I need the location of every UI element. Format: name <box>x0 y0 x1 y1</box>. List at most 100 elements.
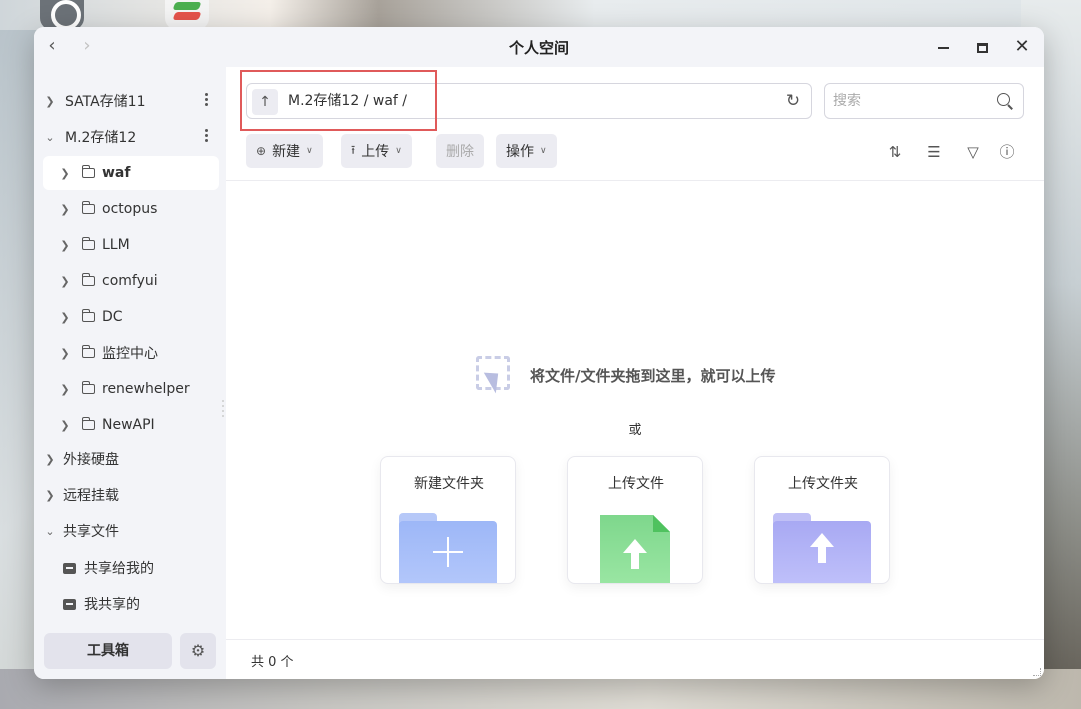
chevron-right-icon[interactable]: ❯ <box>43 95 57 108</box>
sort-icon[interactable]: ⇅ <box>886 143 904 161</box>
chevron-down-icon[interactable]: ⌄ <box>43 131 57 144</box>
delete-button[interactable]: 删除 <box>436 134 484 168</box>
chevron-right-icon[interactable]: ❯ <box>58 203 72 216</box>
sidebar-item-label: NewAPI <box>102 417 155 433</box>
upload-file-icon <box>600 515 670 583</box>
sidebar-item-label: M.2存储12 <box>65 130 137 146</box>
info-icon[interactable]: ⓘ <box>998 143 1016 161</box>
chevron-right-icon[interactable]: ❯ <box>58 347 72 360</box>
refresh-icon[interactable]: ↻ <box>783 91 803 111</box>
chevron-right-icon[interactable]: ❯ <box>58 383 72 396</box>
status-bar: 共 0 个 <box>226 639 1044 679</box>
or-text: 或 <box>628 423 642 438</box>
title-bar: ‹ › 个人空间 ✕ <box>34 27 1044 67</box>
upload-icon: ⭱ <box>351 142 356 157</box>
sidebar-item-label: LLM <box>102 237 130 253</box>
sidebar-item-renewhelper[interactable]: ❯ renewhelper <box>43 372 219 406</box>
chevron-right-icon[interactable]: ❯ <box>43 453 57 466</box>
chevron-down-icon: ∨ <box>306 146 313 156</box>
shared-drive-icon <box>63 562 76 574</box>
sidebar-item-shared-files[interactable]: ⌄ 共享文件 <box>43 514 219 548</box>
chevron-down-icon: ∨ <box>395 146 402 156</box>
minimize-button[interactable] <box>931 35 955 59</box>
folder-icon <box>81 417 95 430</box>
arrow-up-icon[interactable]: ↑ <box>252 89 278 115</box>
drop-hint-text: 将文件/文件夹拖到这里，就可以上传 <box>530 366 776 385</box>
new-button[interactable]: ⊕ 新建 ∨ <box>246 134 323 168</box>
new-label: 新建 <box>272 144 301 160</box>
list-view-icon[interactable]: ☰ <box>925 143 943 161</box>
sidebar-item-label: renewhelper <box>102 381 190 397</box>
search-icon[interactable] <box>997 93 1013 109</box>
card-label: 新建文件夹 <box>414 476 484 492</box>
more-menu-icon[interactable] <box>205 129 209 143</box>
actions-button[interactable]: 操作 ∨ <box>496 134 557 168</box>
path-bar[interactable]: ↑ M.2存储12 / waf / ↻ <box>246 83 812 119</box>
sidebar-item-dc[interactable]: ❯ DC <box>43 300 219 334</box>
chevron-right-icon[interactable]: ❯ <box>58 275 72 288</box>
sidebar-item-label: 我共享的 <box>84 597 140 613</box>
sidebar-item-my-shares[interactable]: 我共享的 <box>43 587 219 621</box>
new-folder-card[interactable]: 新建文件夹 <box>380 456 516 584</box>
sidebar-item-label: DC <box>102 309 123 325</box>
sidebar-item-label: octopus <box>102 201 158 217</box>
sidebar-item-waf[interactable]: ❯ waf <box>43 156 219 190</box>
sidebar-item-newapi[interactable]: ❯ NewAPI <box>43 408 219 442</box>
current-path[interactable]: M.2存储12 / waf / <box>288 84 407 118</box>
sidebar-resize-handle[interactable] <box>222 397 225 427</box>
item-count: 共 0 个 <box>251 655 294 670</box>
search-input[interactable] <box>833 90 983 112</box>
maximize-button[interactable] <box>970 35 994 59</box>
drop-zone-hint: 将文件/文件夹拖到这里，就可以上传 <box>476 356 775 394</box>
upload-file-card[interactable]: 上传文件 <box>567 456 703 584</box>
upload-button[interactable]: ⭱ 上传 ∨ <box>341 134 412 168</box>
sidebar-item-octopus[interactable]: ❯ octopus <box>43 192 219 226</box>
card-label: 上传文件 <box>608 476 664 492</box>
sidebar: ❯ SATA存储11 ⌄ M.2存储12 ❯ waf ❯ octopus ❯ L… <box>34 67 226 679</box>
file-manager-window: ‹ › 个人空间 ✕ ❯ SATA存储11 ⌄ M.2存储12 ❯ waf ❯ … <box>34 27 1044 679</box>
resize-grip-icon[interactable] <box>1033 668 1041 676</box>
search-box[interactable] <box>824 83 1024 119</box>
folder-icon <box>81 201 95 214</box>
chevron-right-icon[interactable]: ❯ <box>58 239 72 252</box>
sidebar-item-sata11[interactable]: ❯ SATA存储11 <box>43 84 219 118</box>
sidebar-item-external-disk[interactable]: ❯ 外接硬盘 <box>43 442 219 476</box>
settings-app-icon[interactable] <box>40 0 84 30</box>
folder-icon <box>81 165 95 178</box>
window-title: 个人空间 <box>508 39 569 57</box>
sidebar-item-llm[interactable]: ❯ LLM <box>43 228 219 262</box>
sidebar-item-m2-12[interactable]: ⌄ M.2存储12 <box>43 120 219 154</box>
folder-icon <box>81 273 95 286</box>
chevron-right-icon[interactable]: ❯ <box>58 419 72 432</box>
chevron-right-icon[interactable]: ❯ <box>58 311 72 324</box>
chevron-right-icon[interactable]: ❯ <box>43 489 57 502</box>
chevron-down-icon: ∨ <box>540 146 547 156</box>
sidebar-item-label: 共享文件 <box>63 524 119 540</box>
filter-icon[interactable]: ▽ <box>964 143 982 161</box>
new-folder-icon <box>399 513 497 583</box>
sidebar-item-comfyui[interactable]: ❯ comfyui <box>43 264 219 298</box>
sidebar-item-monitor-center[interactable]: ❯ 监控中心 <box>43 336 219 370</box>
close-button[interactable]: ✕ <box>1010 35 1034 59</box>
gear-icon[interactable]: ⚙ <box>180 633 216 669</box>
sidebar-item-shared-with-me[interactable]: 共享给我的 <box>43 551 219 585</box>
maximize-icon <box>976 42 988 53</box>
chevron-down-icon[interactable]: ⌄ <box>43 525 57 538</box>
folder-icon <box>81 345 95 358</box>
folder-icon <box>81 237 95 250</box>
card-label: 上传文件夹 <box>788 476 858 492</box>
sidebar-item-label: 共享给我的 <box>84 561 154 577</box>
drag-drop-icon <box>476 356 516 394</box>
upload-folder-icon <box>773 513 871 583</box>
actions-label: 操作 <box>506 144 534 160</box>
toolbox-button[interactable]: 工具箱 <box>44 633 172 669</box>
minimize-icon <box>937 46 949 49</box>
more-menu-icon[interactable] <box>205 93 209 107</box>
upload-folder-card[interactable]: 上传文件夹 <box>754 456 890 584</box>
sidebar-item-remote-mount[interactable]: ❯ 远程挂载 <box>43 478 219 512</box>
layers-app-icon[interactable] <box>165 0 209 30</box>
plus-circle-icon: ⊕ <box>256 144 267 158</box>
chevron-right-icon[interactable]: ❯ <box>58 167 72 180</box>
folder-icon <box>81 381 95 394</box>
toolbar-divider <box>226 180 1044 181</box>
